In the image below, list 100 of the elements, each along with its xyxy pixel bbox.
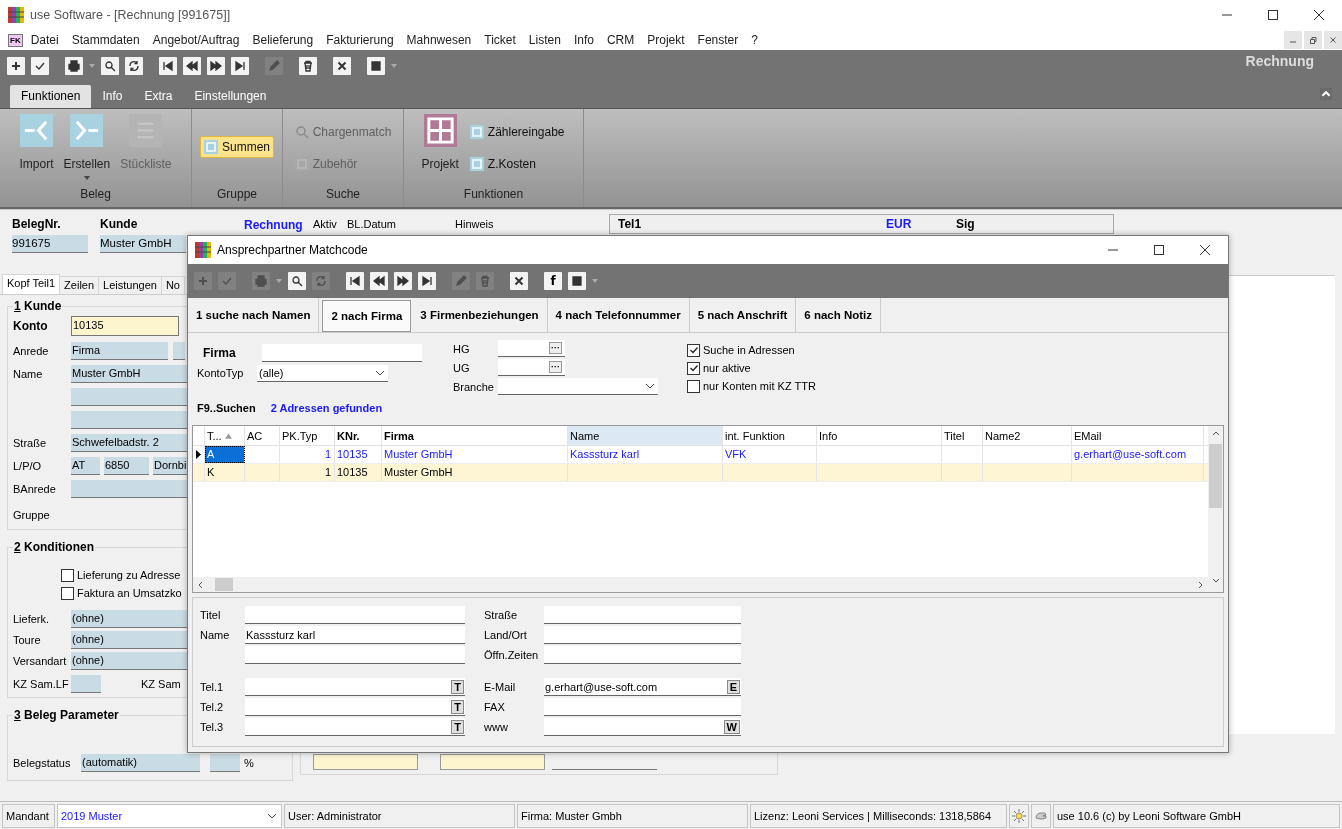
input-field[interactable] [245, 606, 465, 624]
input-field[interactable]: ··· [498, 359, 565, 376]
menu-item[interactable]: Fenster [697, 33, 739, 47]
menu-item[interactable]: Mahnwesen [406, 33, 472, 47]
ribbon-tab[interactable]: Funktionen [10, 85, 92, 108]
dropdown-field[interactable]: (ohne) [71, 651, 187, 670]
restore-icon[interactable] [1304, 31, 1322, 49]
column-header[interactable]: T... [205, 426, 245, 445]
ribbon-button[interactable]: Zählereingabe [466, 122, 568, 142]
input-field[interactable] [71, 387, 187, 406]
input-field[interactable] [71, 479, 187, 498]
input-field[interactable]: T [245, 678, 465, 696]
key-button[interactable]: W [723, 719, 740, 734]
menu-item[interactable]: Datei [30, 33, 59, 47]
close-icon[interactable] [1324, 31, 1342, 49]
input-field[interactable]: g.erhart@use-soft.com E [544, 678, 741, 696]
forward-icon[interactable] [394, 272, 412, 290]
maximize-icon[interactable] [1153, 244, 1165, 256]
dropdown-field[interactable]: (ohne) [71, 630, 187, 649]
menu-item[interactable]: Stammdaten [71, 33, 140, 47]
checkbox[interactable] [61, 586, 74, 600]
ribbon-tab[interactable]: Einstellungen [183, 85, 278, 108]
menu-item[interactable]: ? [751, 33, 758, 47]
first-icon[interactable] [346, 272, 364, 290]
search-tab[interactable]: 4 nach Telefonnummer [547, 298, 690, 332]
print-icon[interactable] [65, 56, 83, 75]
dropdown-field[interactable]: (alle) [257, 364, 388, 382]
search-tab[interactable]: 1 suche nach Namen [188, 298, 320, 332]
menu-item[interactable]: Ticket [484, 33, 516, 47]
scroll-right-icon[interactable] [1196, 580, 1204, 589]
input-field[interactable]: AT [71, 456, 100, 475]
ribbon-tab[interactable]: Extra [133, 85, 184, 108]
ribbon-button[interactable]: Summen [200, 136, 274, 158]
input-field[interactable]: ··· [498, 340, 565, 357]
input-field[interactable]: T [245, 698, 465, 716]
input-field[interactable]: Firma [71, 341, 168, 360]
add-icon[interactable] [7, 56, 25, 75]
input-field[interactable] [544, 626, 741, 644]
input-field[interactable] [544, 698, 741, 716]
sun-icon[interactable] [1009, 803, 1029, 828]
scroll-up-icon[interactable] [1211, 430, 1220, 438]
input-field[interactable] [173, 341, 185, 360]
input-field[interactable]: Muster GmbH [100, 235, 186, 253]
menu-item[interactable]: Info [573, 33, 594, 47]
input-field[interactable]: Schwefelbadstr. 2 [71, 433, 187, 452]
f-button[interactable]: f [544, 272, 562, 290]
scroll-left-icon[interactable] [197, 580, 205, 589]
input-field[interactable]: W [544, 718, 741, 736]
input-field[interactable]: Dornbi [153, 456, 188, 475]
column-header[interactable]: Titel [942, 426, 983, 445]
column-header[interactable]: KNr. [335, 426, 382, 445]
column-header[interactable]: PK.Typ [280, 426, 335, 445]
search-tab[interactable]: 3 Firmenbeziehungen [412, 298, 548, 332]
key-button[interactable]: T [451, 699, 464, 714]
ribbon-button[interactable]: Projekt [419, 114, 461, 186]
input-field[interactable] [440, 754, 545, 770]
ribbon-button[interactable]: Erstellen [61, 114, 113, 186]
input-field[interactable]: Muster GmbH [71, 364, 187, 383]
column-header[interactable]: EMail [1072, 426, 1204, 445]
form-tab[interactable]: Kopf Teil1 [2, 274, 61, 294]
input-field[interactable] [71, 675, 101, 693]
column-header[interactable]: Info [817, 426, 942, 445]
checkbox[interactable] [687, 343, 700, 357]
rewind-icon[interactable] [370, 272, 388, 290]
input-field[interactable]: T [245, 718, 465, 736]
key-button[interactable]: T [451, 679, 464, 694]
search-icon[interactable] [288, 272, 306, 290]
maximize-icon[interactable] [1267, 9, 1279, 21]
checkbox[interactable] [687, 361, 700, 375]
column-header[interactable]: Name2 [983, 426, 1072, 445]
ribbon-button[interactable]: Z.Kosten [466, 154, 568, 174]
input-field[interactable] [544, 646, 741, 664]
dropdown-field[interactable]: (ohne) [71, 609, 187, 628]
collapse-icon[interactable] [1320, 88, 1332, 100]
input-field[interactable] [313, 754, 418, 770]
form-tab[interactable]: Leistungen [98, 276, 162, 294]
menu-item[interactable]: CRM [606, 33, 635, 47]
close-icon[interactable] [333, 56, 351, 75]
key-button[interactable]: T [451, 719, 464, 734]
close-icon[interactable] [1199, 244, 1211, 256]
form-tab[interactable]: No [160, 276, 185, 294]
dropdown-field[interactable]: (automatik) [81, 754, 200, 772]
checkbox[interactable] [687, 379, 700, 393]
rewind-icon[interactable] [183, 56, 201, 75]
input-field[interactable]: 991675 [12, 235, 88, 253]
trash-icon[interactable] [299, 56, 317, 75]
close-icon[interactable] [1313, 9, 1325, 21]
input-field[interactable] [262, 344, 422, 362]
column-header[interactable]: Name [568, 426, 723, 445]
close-icon[interactable] [510, 272, 528, 290]
input-field[interactable]: Kasssturz karl [245, 626, 465, 644]
dropdown-field[interactable] [498, 378, 658, 395]
key-button[interactable]: E [726, 679, 740, 694]
menu-item[interactable]: Fakturierung [326, 33, 394, 47]
scrollbar-thumb[interactable] [215, 578, 233, 591]
search-icon[interactable] [101, 56, 119, 75]
menu-item[interactable]: Projekt [647, 33, 685, 47]
menu-item[interactable]: Angebot/Auftrag [152, 33, 240, 47]
forward-icon[interactable] [207, 56, 225, 75]
menu-item[interactable]: Belieferung [252, 33, 314, 47]
